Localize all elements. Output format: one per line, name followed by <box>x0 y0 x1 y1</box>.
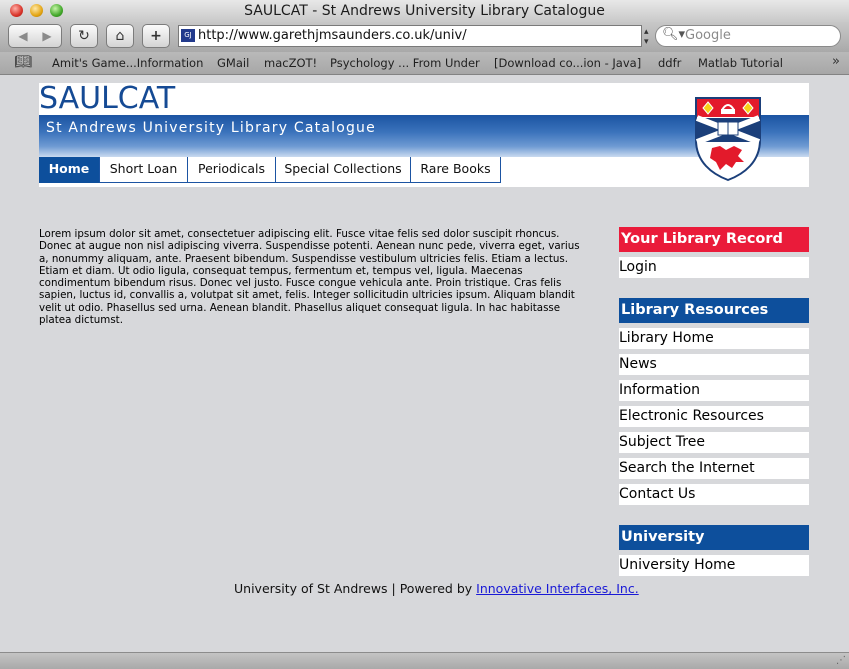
nav-tab-rare-books[interactable]: Rare Books <box>411 157 501 183</box>
site-title[interactable]: SAULCAT <box>39 83 175 115</box>
bookmark-item[interactable]: Amit's Game...Information <box>52 56 203 70</box>
footer-link-innovative-interfaces[interactable]: Innovative Interfaces, Inc. <box>476 581 639 596</box>
sidebar-link-news[interactable]: News <box>619 354 809 375</box>
bookmarks-bar: 📖︎ Amit's Game...Information GMail macZO… <box>0 52 849 75</box>
sidebar-link-library-home[interactable]: Library Home <box>619 328 809 349</box>
forward-icon[interactable]: ▶ <box>35 25 59 47</box>
resize-grip-icon[interactable]: ⋰ <box>836 655 846 666</box>
window-bottom-bar: ⋰ <box>0 652 849 669</box>
url-text[interactable]: http://www.garethjmsaunders.co.uk/univ/ <box>198 28 467 43</box>
add-bookmark-button[interactable]: + <box>142 24 170 48</box>
url-history-dropdown-icon[interactable]: ▴ ▾ <box>644 27 649 47</box>
reload-icon: ↻ <box>78 28 90 44</box>
back-icon[interactable]: ◀ <box>11 25 35 47</box>
plus-icon: + <box>150 28 162 44</box>
bookmark-item[interactable]: ddfr <box>658 56 681 70</box>
nav-tab-home[interactable]: Home <box>39 157 100 183</box>
reload-button[interactable]: ↻ <box>70 24 98 48</box>
sidebar-link-search-internet[interactable]: Search the Internet <box>619 458 809 479</box>
address-bar[interactable]: GJ http://www.garethjmsaunders.co.uk/uni… <box>178 25 642 47</box>
search-icon[interactable]: 🔍︎▾ <box>662 27 685 42</box>
sidebar-heading-university: University <box>619 525 809 550</box>
window-title: SAULCAT - St Andrews University Library … <box>244 3 605 19</box>
home-button[interactable]: ⌂ <box>106 24 134 48</box>
sidebar-link-information[interactable]: Information <box>619 380 809 401</box>
sidebar-link-university-home[interactable]: University Home <box>619 555 809 576</box>
bookmark-item[interactable]: [Download co...ion - Java] <box>494 56 641 70</box>
sidebar-link-contact-us[interactable]: Contact Us <box>619 484 809 505</box>
nav-tab-special-collections[interactable]: Special Collections <box>276 157 411 183</box>
browser-toolbar: ◀ ▶ ↻ ⌂ + GJ http://www.garethjmsaunders.… <box>0 22 849 52</box>
more-bookmarks-icon[interactable]: » <box>832 54 840 69</box>
sidebar-heading-library-resources: Library Resources <box>619 298 809 323</box>
sidebar-heading-library-record: Your Library Record <box>619 227 809 252</box>
bookmark-item[interactable]: Matlab Tutorial <box>698 56 783 70</box>
site-favicon-icon: GJ <box>181 29 195 42</box>
nav-tab-short-loan[interactable]: Short Loan <box>100 157 188 183</box>
site-header: SAULCAT St Andrews University Library Ca… <box>39 83 809 187</box>
window-titlebar: SAULCAT - St Andrews University Library … <box>0 0 849 23</box>
main-body-text: Lorem ipsum dolor sit amet, consectetuer… <box>39 228 580 327</box>
nav-tab-periodicals[interactable]: Periodicals <box>188 157 276 183</box>
sidebar-link-subject-tree[interactable]: Subject Tree <box>619 432 809 453</box>
bookmark-item[interactable]: GMail <box>217 56 249 70</box>
university-crest-icon <box>695 97 761 182</box>
site-subtitle: St Andrews University Library Catalogue <box>46 120 376 136</box>
search-field[interactable]: 🔍︎▾ Google <box>655 25 841 47</box>
back-forward-buttons: ◀ ▶ <box>8 24 62 48</box>
search-placeholder: Google <box>685 28 731 43</box>
sidebar-link-electronic-resources[interactable]: Electronic Resources <box>619 406 809 427</box>
home-icon: ⌂ <box>115 28 125 44</box>
footer-text: University of St Andrews | Powered by <box>234 581 477 596</box>
bookmark-item[interactable]: Psychology ... From Under <box>330 56 480 70</box>
sidebar-link-login[interactable]: Login <box>619 257 809 278</box>
bookmark-item[interactable]: macZOT! <box>264 56 317 70</box>
bookmarks-book-icon[interactable]: 📖︎ <box>14 54 32 70</box>
